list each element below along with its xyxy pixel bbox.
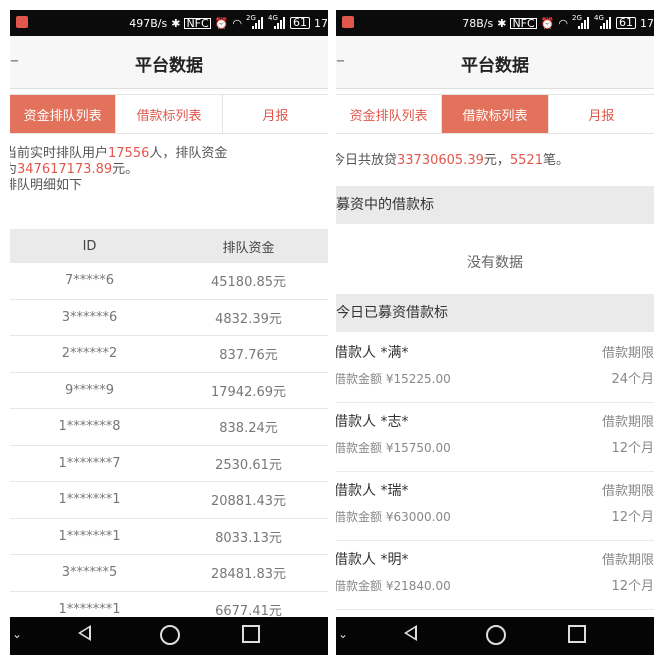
- borrower-name: 借款人 *满*: [336, 345, 409, 361]
- wifi-icon: ◠: [558, 16, 568, 30]
- status-time: 17: [314, 16, 328, 30]
- right-phone-screen: 78B/s ✱ NFC ⏰ ◠ 2G 4G 61 17 – 平台数据 资金排队列…: [336, 10, 654, 655]
- tab-monthly-report[interactable]: 月报: [223, 95, 328, 133]
- page-title: 平台数据: [461, 56, 529, 76]
- app-notification-icon: [16, 16, 28, 28]
- loan-period: 24个月: [611, 372, 654, 387]
- page-title: 平台数据: [135, 56, 203, 76]
- loan-amount: 借款金额 ¥63000.00: [336, 510, 451, 524]
- network-speed: 497B/s: [129, 16, 168, 30]
- table-row: 7*****6 45180.85元: [10, 263, 328, 300]
- chevron-down-icon[interactable]: ⌄: [338, 627, 348, 641]
- section-header-funded-today: 今日已募资借款标: [336, 294, 654, 332]
- queue-amount: 347617173.89: [17, 162, 113, 177]
- loan-period-label: 借款期限: [601, 484, 654, 499]
- column-header-amount: 排队资金: [222, 240, 275, 256]
- tab-loan-list[interactable]: 借款标列表: [442, 95, 549, 133]
- title-bar: – 平台数据: [10, 36, 328, 89]
- table-row: 3******5 28481.83元: [10, 555, 328, 592]
- column-header-id: ID: [82, 238, 97, 254]
- list-item[interactable]: 借款人 *瑞* 借款金额 ¥63000.00 借款期限 12个月: [336, 472, 654, 541]
- table-row: 3******6 4832.39元: [10, 299, 328, 336]
- status-bar: 497B/s ✱ NFC ⏰ ◠ 2G 4G 61 17: [10, 10, 328, 36]
- loan-period-label: 借款期限: [601, 553, 654, 568]
- loan-amount: 借款金额 ¥15750.00: [336, 441, 451, 455]
- signal-4g-icon: 4G: [268, 14, 286, 29]
- nav-home-icon[interactable]: [486, 625, 506, 645]
- table-row: 1*******1 8033.13元: [10, 518, 328, 555]
- bluetooth-icon: ✱: [497, 16, 507, 30]
- network-speed: 78B/s: [462, 16, 494, 30]
- loan-period: 12个月: [611, 579, 654, 594]
- nav-recents-icon[interactable]: [568, 625, 586, 643]
- alarm-icon: ⏰: [540, 16, 555, 30]
- wifi-icon: ◠: [232, 16, 242, 30]
- loan-total-amount: 33730605.39: [397, 153, 484, 168]
- borrower-name: 借款人 *志*: [336, 414, 409, 430]
- table-row: 1*******8 838.24元: [10, 409, 328, 446]
- table-row: 9*****9 17942.69元: [10, 372, 328, 409]
- tab-queue-list[interactable]: 资金排队列表: [336, 95, 443, 133]
- nfc-icon: NFC: [184, 16, 211, 30]
- tab-monthly-report[interactable]: 月报: [549, 95, 654, 133]
- loan-period-label: 借款期限: [601, 346, 654, 361]
- empty-state: 没有数据: [467, 255, 523, 271]
- nav-back-icon[interactable]: [404, 625, 417, 641]
- section-header-fundraising: 募资中的借款标: [336, 186, 654, 224]
- chevron-down-icon[interactable]: ⌄: [12, 627, 22, 641]
- left-phone-screen: 497B/s ✱ NFC ⏰ ◠ 2G 4G 61 17 – 平台数据 资金排队…: [10, 10, 328, 655]
- signal-2g-icon: 2G: [246, 14, 264, 29]
- battery-icon: 61: [290, 17, 310, 29]
- list-item[interactable]: 借款人 *明* 借款金额 ¥21840.00 借款期限 12个月: [336, 541, 654, 610]
- bluetooth-icon: ✱: [171, 16, 181, 30]
- loan-amount: 借款金额 ¥15225.00: [336, 372, 451, 386]
- loan-amount: 借款金额 ¥21840.00: [336, 579, 451, 593]
- battery-icon: 61: [616, 17, 636, 29]
- queue-table: ID 排队资金 7*****6 45180.85元 3******6 4832.39…: [10, 229, 328, 628]
- status-bar: 78B/s ✱ NFC ⏰ ◠ 2G 4G 61 17: [336, 10, 654, 36]
- nfc-icon: NFC: [510, 16, 537, 30]
- table-header: ID 排队资金: [10, 229, 328, 263]
- queue-summary: 当前实时排队用户17556人，排队资金 为347617173.89元。 排队明细…: [10, 146, 228, 193]
- nav-home-icon[interactable]: [160, 625, 180, 645]
- status-time: 17: [640, 16, 654, 30]
- nav-recents-icon[interactable]: [242, 625, 260, 643]
- alarm-icon: ⏰: [214, 16, 229, 30]
- navigation-bar: ⌄: [336, 617, 654, 655]
- queue-user-count: 17556: [108, 146, 150, 161]
- app-notification-icon: [342, 16, 354, 28]
- loan-period: 12个月: [611, 510, 654, 525]
- tab-bar: 资金排队列表 借款标列表 月报: [10, 94, 328, 134]
- table-row: 2******2 837.76元: [10, 336, 328, 373]
- signal-4g-icon: 4G: [594, 14, 612, 29]
- nav-back-icon[interactable]: [78, 625, 91, 641]
- tab-loan-list[interactable]: 借款标列表: [116, 95, 223, 133]
- loan-period-label: 借款期限: [601, 415, 654, 430]
- loan-summary: 今日共放贷33730605.39元，5521笔。: [336, 153, 569, 168]
- title-bar: – 平台数据: [336, 36, 654, 89]
- loan-count: 5521: [509, 153, 543, 168]
- signal-2g-icon: 2G: [572, 14, 590, 29]
- navigation-bar: ⌄: [10, 617, 328, 655]
- tab-queue-list[interactable]: 资金排队列表: [10, 95, 117, 133]
- list-item[interactable]: 借款人 *满* 借款金额 ¥15225.00 借款期限 24个月: [336, 334, 654, 403]
- table-row: 1*******7 2530.61元: [10, 445, 328, 482]
- tab-bar: 资金排队列表 借款标列表 月报: [336, 94, 654, 134]
- borrower-name: 借款人 *明*: [336, 552, 409, 568]
- table-row: 1*******1 20881.43元: [10, 482, 328, 519]
- borrower-name: 借款人 *瑞*: [336, 483, 409, 499]
- list-item[interactable]: 借款人 *志* 借款金额 ¥15750.00 借款期限 12个月: [336, 403, 654, 472]
- loan-period: 12个月: [611, 441, 654, 456]
